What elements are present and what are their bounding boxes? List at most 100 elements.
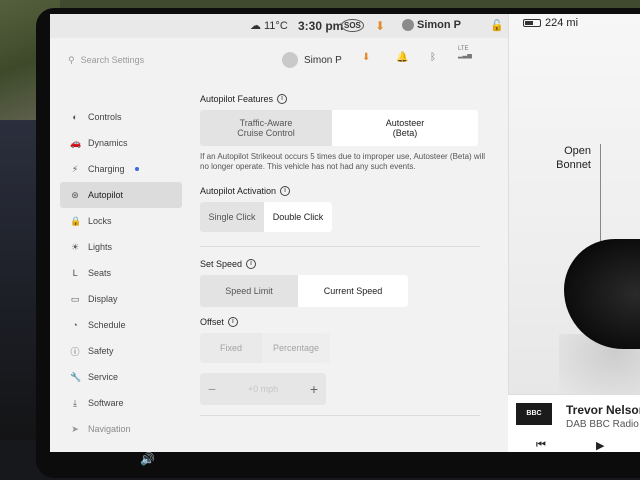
set-speed-title: Set Speed i — [200, 259, 500, 269]
play-button[interactable]: ▶ — [596, 439, 604, 452]
info-icon[interactable]: i — [277, 94, 288, 104]
sidebar-item-label: Locks — [88, 216, 112, 226]
sidebar-item-seats[interactable]: ᒪ Seats — [60, 260, 182, 286]
sidebar-item-lights[interactable]: ☀ Lights — [60, 234, 182, 260]
search-input[interactable]: ⚲ Search Settings — [68, 50, 228, 70]
media-player: BBC RADIO 2 Trevor Nelson DAB BBC Radio … — [508, 394, 640, 452]
wrench-icon: 🔧 — [70, 371, 82, 382]
vehicle-panel: 224 mi Open Bonnet — [508, 14, 640, 452]
percentage-option[interactable]: Percentage — [262, 333, 330, 363]
sidebar-item-label: Service — [88, 372, 119, 382]
sidebar-item-locks[interactable]: 🔒 Locks — [60, 208, 182, 234]
divider — [200, 246, 480, 247]
option-label: Cruise Control — [237, 128, 295, 138]
download-icon[interactable]: ⬇ — [362, 52, 370, 63]
status-user-name: Simon P — [417, 19, 462, 31]
sos-icon[interactable]: SOS — [341, 19, 364, 32]
open-bonnet-button[interactable]: Open Bonnet — [539, 144, 591, 172]
lock-icon[interactable]: 🔓 — [490, 19, 504, 32]
search-icon: ⚲ — [68, 54, 75, 65]
open-bonnet-label: Open — [564, 145, 591, 157]
increase-button[interactable]: + — [310, 381, 318, 397]
sidebar-item-label: Controls — [88, 112, 122, 122]
option-label: (Beta) — [392, 128, 418, 138]
info-icon[interactable]: i — [246, 259, 257, 269]
sidebar-item-label: Software — [88, 398, 124, 408]
battery-icon — [523, 19, 541, 27]
sidebar-item-safety[interactable]: ⓘ Safety — [60, 338, 182, 364]
fixed-option[interactable]: Fixed — [200, 333, 262, 363]
temperature-value: 11°C — [264, 19, 288, 32]
avatar-icon — [282, 52, 298, 68]
option-label: Autosteer — [385, 118, 425, 128]
battery-range: 224 mi — [523, 17, 578, 29]
light-bulb-icon: ☀ — [70, 241, 80, 252]
section-label: Autopilot Features — [200, 94, 274, 104]
station-logo: BBC RADIO 2 — [516, 403, 552, 439]
option-label: Traffic-Aware — [239, 118, 293, 128]
sidebar-item-label: Lights — [88, 242, 113, 252]
sidebar-item-display[interactable]: ▭ Display — [60, 286, 182, 312]
sidebar-item-label: Schedule — [88, 320, 126, 330]
autopilot-features-toggle: Traffic-Aware Cruise Control Autosteer (… — [200, 110, 478, 146]
sidebar-item-software[interactable]: ⤓ Software — [60, 390, 182, 416]
divider — [200, 415, 480, 416]
info-icon[interactable]: i — [280, 186, 291, 196]
avatar-icon — [402, 19, 414, 31]
autopilot-activation-toggle: Single Click Double Click — [200, 202, 332, 232]
track-title: Trevor Nelson — [566, 403, 640, 417]
strikeout-description: If an Autopilot Strikeout occurs 5 times… — [200, 152, 486, 171]
offset-toggle: Fixed Percentage — [200, 333, 330, 363]
current-speed-option[interactable]: Current Speed — [298, 275, 408, 307]
sidebar-item-controls[interactable]: ◐ Controls — [60, 104, 182, 130]
volume-icon[interactable]: 🔊 — [140, 452, 155, 466]
lte-signal-icon[interactable]: LTE ▂▃▅ — [458, 46, 472, 59]
clock-icon: ◔ — [72, 320, 78, 330]
speed-limit-option[interactable]: Speed Limit — [200, 275, 298, 307]
sidebar-item-schedule[interactable]: ◔ Schedule — [60, 312, 182, 338]
decrease-button[interactable]: − — [208, 381, 216, 397]
search-placeholder: Search Settings — [80, 55, 145, 65]
profile-button[interactable]: Simon P — [282, 52, 342, 68]
sidebar-item-dynamics[interactable]: 🚗 Dynamics — [60, 130, 182, 156]
touchscreen: ☁ 11°C 3:30 pm SOS ⬇ Simon P 🔓 ⚲ Search … — [50, 14, 640, 452]
sidebar-item-charging[interactable]: ⚡ Charging — [60, 156, 182, 182]
bluetooth-icon[interactable]: ᛒ — [430, 52, 436, 63]
bolt-icon: ⚡ — [71, 163, 79, 174]
settings-sidebar: ◐ Controls 🚗 Dynamics ⚡ Charging ⊛ Autop… — [60, 104, 182, 442]
open-bonnet-label: Bonnet — [556, 159, 591, 171]
offset-value: +0 mph — [247, 384, 279, 394]
traffic-aware-cruise-control-option[interactable]: Traffic-Aware Cruise Control — [200, 110, 332, 146]
autopilot-features-title: Autopilot Features i — [200, 94, 500, 104]
lock-icon: 🔒 — [70, 215, 82, 226]
sidebar-item-label: Safety — [88, 346, 114, 356]
offset-title: Offset i — [200, 317, 500, 327]
bell-icon[interactable]: 🔔 — [396, 52, 408, 63]
notification-dot — [134, 167, 139, 171]
navigation-icon: ➤ — [71, 423, 79, 434]
download-icon[interactable]: ⬇ — [375, 19, 385, 33]
sidebar-item-navigation[interactable]: ➤ Navigation — [60, 416, 182, 442]
sidebar-item-autopilot[interactable]: ⊛ Autopilot — [60, 182, 182, 208]
previous-track-button[interactable]: ⏮ — [536, 439, 546, 452]
status-user[interactable]: Simon P — [402, 19, 461, 31]
double-click-option[interactable]: Double Click — [264, 202, 332, 232]
profile-name: Simon P — [304, 54, 342, 66]
sidebar-item-service[interactable]: 🔧 Service — [60, 364, 182, 390]
single-click-option[interactable]: Single Click — [200, 202, 264, 232]
bonnet-pointer-line — [600, 144, 601, 254]
autosteer-option[interactable]: Autosteer (Beta) — [332, 110, 478, 146]
seat-icon: ᒪ — [72, 267, 78, 278]
set-speed-toggle: Speed Limit Current Speed — [200, 275, 408, 307]
track-source: DAB BBC Radio 2 — [566, 419, 640, 430]
car-icon: 🚗 — [70, 137, 82, 148]
section-label: Offset — [200, 317, 224, 327]
sidebar-item-label: Navigation — [88, 424, 131, 434]
autopilot-activation-title: Autopilot Activation i — [200, 186, 500, 196]
offset-stepper: − +0 mph + — [200, 373, 326, 405]
temperature: ☁ 11°C — [250, 19, 288, 33]
car-model-image[interactable] — [564, 239, 640, 349]
toggle-icon: ◐ — [72, 112, 78, 122]
info-icon[interactable]: i — [227, 317, 238, 327]
sidebar-item-label: Seats — [88, 268, 112, 278]
